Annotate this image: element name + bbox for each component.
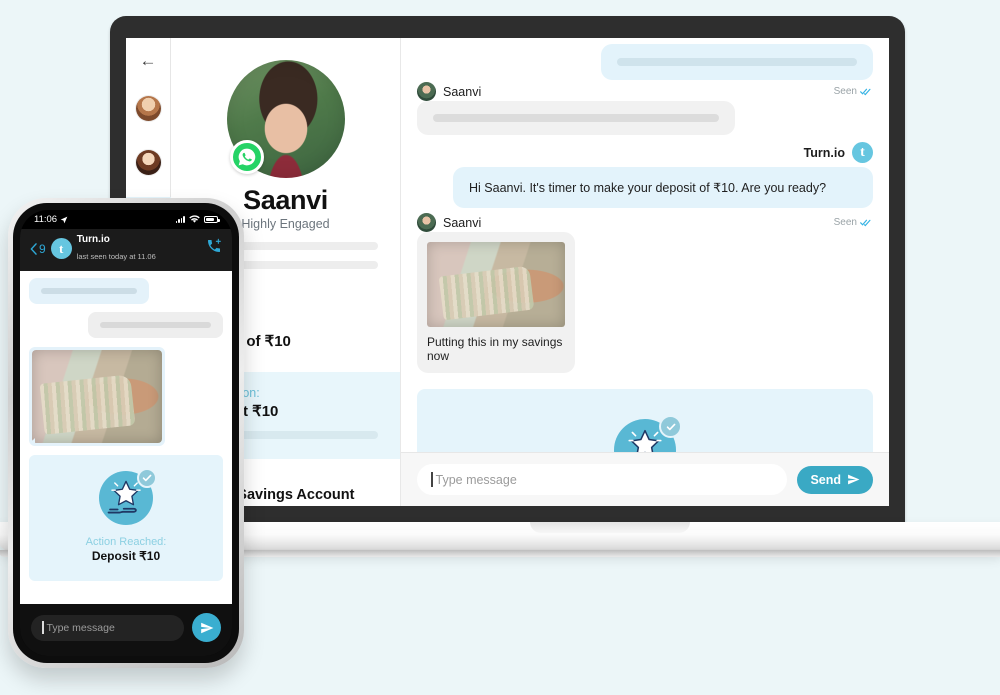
phone-status-bar: 11:06: [20, 210, 232, 229]
text-caret: [431, 472, 433, 487]
hand-holding-cash-photo: [32, 349, 162, 443]
media-caption: Putting this in my savings now: [427, 335, 563, 363]
phone-header-text: Turn.io last seen today at 11.06: [77, 234, 156, 264]
phone-message-composer: Type message: [20, 604, 232, 656]
paper-plane-icon: [200, 622, 213, 633]
send-button[interactable]: Send: [797, 465, 873, 494]
whatsapp-icon: [229, 140, 264, 174]
text-caret: [42, 621, 44, 634]
back-chevron-icon[interactable]: 9: [30, 242, 46, 256]
contact-avatar-2-icon: [135, 149, 161, 175]
sender-avatar-icon: [417, 82, 436, 101]
phone-message-list: Action Reached: Deposit ₹10: [20, 270, 232, 604]
seen-label: Seen: [833, 217, 857, 228]
cellular-bars-icon: [175, 216, 185, 223]
message-bubble-skeleton-in: [417, 101, 735, 135]
chat-panel: Saanvi Seen Turn.io t Hi Saanvi. It's ti…: [401, 38, 889, 506]
seen-label: Seen: [833, 86, 857, 97]
sidebar-item-contact-2[interactable]: [129, 143, 167, 181]
chat-title: Turn.io: [76, 234, 110, 245]
message-sender-row: Saanvi Seen: [417, 213, 873, 232]
back-arrow-icon[interactable]: ←: [140, 52, 157, 69]
logo-letter: t: [59, 240, 64, 256]
message-input[interactable]: Type message: [417, 464, 788, 495]
message-composer: Type message Send: [401, 452, 889, 506]
turn-io-logo: t: [852, 142, 873, 163]
chat-subtitle: last seen today at 11.06: [76, 251, 156, 261]
laptop-base-notch: [530, 522, 690, 533]
paper-plane-icon: [848, 474, 860, 485]
phone-frame: 11:06 9 t Turn.io last seen today at 11.…: [8, 198, 244, 668]
hand-holding-cash-photo: [427, 242, 565, 327]
status-badge-seen: Seen: [834, 86, 873, 97]
sender-name: Saanvi: [443, 215, 482, 230]
hand-icon: [107, 507, 137, 513]
screenshot-stage: ← Saanvi Highly Engaged of ₹10 ₹10 Setup…: [0, 0, 1000, 695]
contact-avatar-1-icon: [135, 95, 161, 121]
phone-send-button[interactable]: [192, 613, 221, 642]
phone-message-input[interactable]: Type message: [31, 614, 184, 641]
message-bubble-text-out: Hi Saanvi. It's timer to make your depos…: [453, 167, 873, 208]
phone-device: 11:06 9 t Turn.io last seen today at 11.…: [8, 198, 244, 668]
status-time: 11:06: [34, 214, 58, 225]
phone-message-input-placeholder: Type message: [46, 621, 115, 634]
check-circle-icon: [137, 467, 157, 488]
message-sender-row: Saanvi Seen: [417, 82, 873, 101]
phone-chat-header: 9 t Turn.io last seen today at 11.06: [20, 229, 232, 271]
message-input-placeholder: Type message: [435, 472, 517, 487]
status-indicators: [175, 215, 220, 224]
star-hand-badge-icon: [99, 467, 157, 525]
phone-screen: 11:06 9 t Turn.io last seen today at 11.…: [20, 210, 232, 656]
unread-count: 9: [39, 241, 46, 256]
action-reached-label: Action Reached:: [85, 535, 167, 548]
bubble-skeleton-line: [100, 321, 211, 328]
message-sender-row-right: Turn.io t: [417, 142, 873, 163]
turn-io-logo[interactable]: t: [50, 238, 72, 260]
action-reached-card: Action Reached: Deposit ₹10: [417, 389, 873, 452]
star-hand-badge-icon: [614, 415, 682, 452]
sender-name: Saanvi: [443, 84, 482, 99]
double-check-icon: [860, 219, 871, 227]
wifi-icon: [189, 215, 200, 223]
status-badge-seen: Seen: [834, 217, 873, 228]
phone-bubble-skeleton-out: [88, 311, 223, 338]
chevron-left-icon: [30, 242, 37, 255]
sidebar-item-contact-1[interactable]: [129, 89, 167, 127]
double-check-icon: [860, 88, 871, 96]
message-list: Saanvi Seen Turn.io t Hi Saanvi. It's ti…: [401, 38, 889, 452]
call-icon: [208, 239, 221, 253]
phone-body: 11:06 9 t Turn.io last seen today at 11.…: [13, 203, 239, 663]
sender-name-turn: Turn.io: [803, 145, 845, 160]
phone-action-reached-card: Action Reached: Deposit ₹10: [29, 454, 223, 581]
bubble-skeleton-line: [433, 114, 719, 122]
location-arrow-icon: [60, 216, 68, 223]
bubble-skeleton-line: [617, 58, 857, 66]
message-text: Hi Saanvi. It's timer to make your depos…: [469, 181, 827, 195]
message-bubble-skeleton-out: [601, 44, 873, 80]
message-media-in[interactable]: Putting this in my savings now: [417, 232, 575, 373]
phone-message-media[interactable]: [29, 346, 165, 446]
battery-icon: [204, 216, 220, 223]
check-icon: [666, 423, 675, 430]
send-button-label: Send: [810, 472, 841, 487]
sender-avatar-icon: [417, 213, 436, 232]
avatar: [226, 60, 345, 178]
bubble-skeleton-line: [41, 287, 137, 294]
action-reached-value: Deposit ₹10: [91, 548, 161, 563]
star-icon: [628, 429, 662, 452]
check-icon: [142, 474, 152, 481]
check-circle-icon: [659, 415, 682, 438]
phone-add-icon[interactable]: [206, 238, 222, 259]
phone-bubble-skeleton-in: [29, 277, 149, 304]
